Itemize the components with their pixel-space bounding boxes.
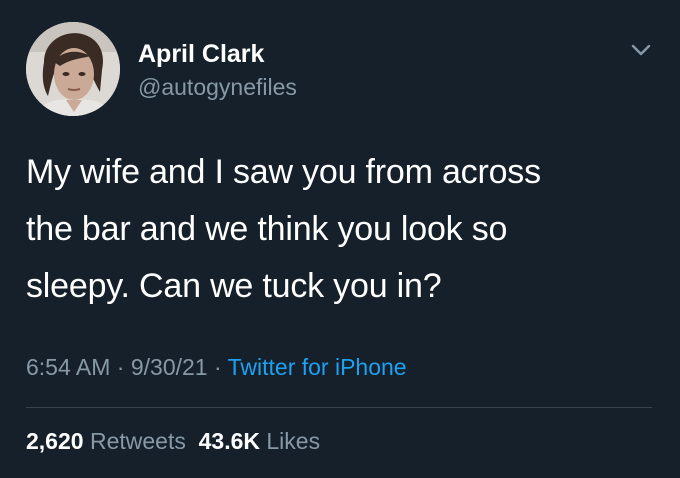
author-handle[interactable]: @autogynefiles	[138, 74, 297, 101]
avatar[interactable]	[26, 22, 120, 116]
meta-separator: ·	[207, 354, 228, 380]
divider	[26, 407, 652, 408]
tweet-stats: 2,620 Retweets 43.6K Likes	[26, 428, 320, 455]
tweet-date[interactable]: 9/30/21	[131, 354, 208, 380]
retweets-count: 2,620	[26, 428, 84, 454]
likes-label: Likes	[266, 428, 321, 454]
tweet-card: April Clark @autogynefiles My wife and I…	[0, 0, 680, 478]
likes-count: 43.6K	[198, 428, 260, 454]
tweet-text-line: sleepy. Can we tuck you in?	[26, 267, 442, 305]
likes-stat[interactable]: 43.6K Likes	[199, 428, 320, 454]
tweet-source-link[interactable]: Twitter for iPhone	[228, 354, 407, 380]
retweets-label: Retweets	[89, 428, 186, 454]
chevron-down-icon[interactable]	[628, 40, 654, 60]
tweet-meta: 6:54 AM · 9/30/21 · Twitter for iPhone	[26, 354, 407, 381]
profile-photo-icon	[26, 22, 120, 116]
tweet-time[interactable]: 6:54 AM	[26, 354, 110, 380]
retweets-stat[interactable]: 2,620 Retweets	[26, 428, 186, 454]
meta-separator: ·	[110, 354, 131, 380]
author-name[interactable]: April Clark	[138, 40, 264, 69]
tweet-text-line: My wife and I saw you from across	[26, 153, 541, 191]
tweet-text-line: the bar and we think you look so	[26, 210, 508, 248]
tweet-text: My wife and I saw you from across the ba…	[26, 144, 656, 315]
